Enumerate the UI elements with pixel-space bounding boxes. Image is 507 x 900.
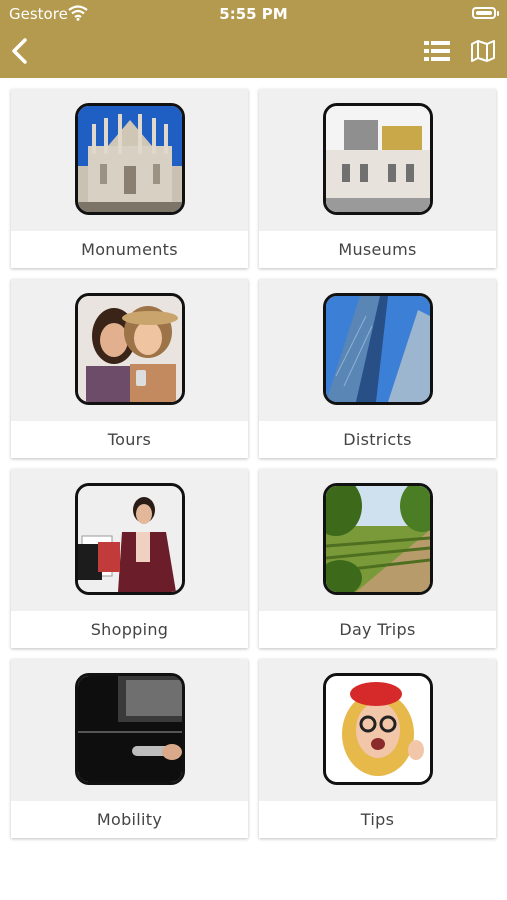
list-icon[interactable] bbox=[424, 40, 450, 62]
category-card-mobility[interactable]: Mobility bbox=[11, 659, 248, 838]
category-label: Museums bbox=[259, 231, 496, 268]
category-label: Mobility bbox=[11, 801, 248, 838]
category-card-tours[interactable]: Tours bbox=[11, 279, 248, 458]
vineyard-landscape-photo bbox=[323, 483, 433, 595]
museum-building-photo bbox=[323, 103, 433, 215]
category-label: Tours bbox=[11, 421, 248, 458]
car-door-handle-photo bbox=[75, 673, 185, 785]
battery-icon bbox=[472, 7, 496, 19]
category-label: Shopping bbox=[11, 611, 248, 648]
map-icon[interactable] bbox=[470, 40, 496, 62]
category-card-shopping[interactable]: Shopping bbox=[11, 469, 248, 648]
status-time: 5:55 PM bbox=[219, 5, 288, 23]
category-card-monuments[interactable]: Monuments bbox=[11, 89, 248, 268]
category-card-tips[interactable]: Tips bbox=[259, 659, 496, 838]
category-label: Monuments bbox=[11, 231, 248, 268]
two-women-smiling-photo bbox=[75, 293, 185, 405]
category-card-museums[interactable]: Museums bbox=[259, 89, 496, 268]
woman-red-cap-glasses-photo bbox=[323, 673, 433, 785]
category-label: Day Trips bbox=[259, 611, 496, 648]
category-card-districts[interactable]: Districts bbox=[259, 279, 496, 458]
glass-skyscrapers-photo bbox=[323, 293, 433, 405]
category-card-day-trips[interactable]: Day Trips bbox=[259, 469, 496, 648]
cathedral-photo bbox=[75, 103, 185, 215]
category-label: Districts bbox=[259, 421, 496, 458]
category-label: Tips bbox=[259, 801, 496, 838]
status-bar: Gestore 5:55 PM bbox=[0, 0, 507, 28]
app-header: Gestore 5:55 PM bbox=[0, 0, 507, 78]
chevron-left-icon[interactable] bbox=[8, 36, 32, 66]
woman-with-shopping-bags-photo bbox=[75, 483, 185, 595]
battery-tip bbox=[497, 11, 499, 16]
